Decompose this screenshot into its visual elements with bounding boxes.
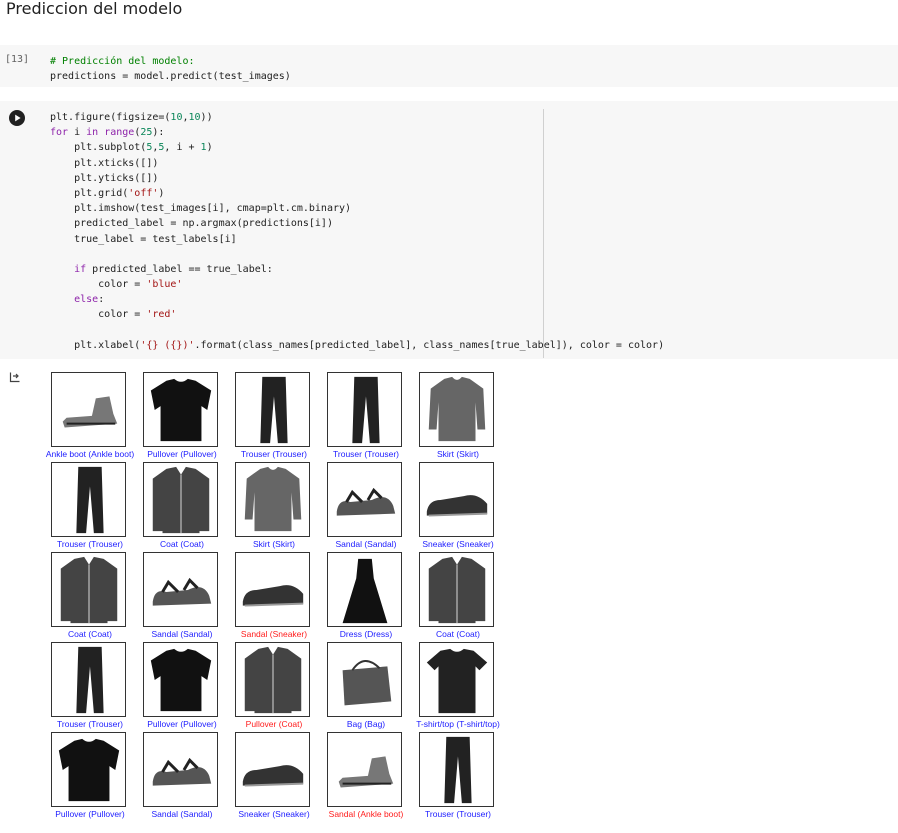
pullover-image (143, 642, 218, 717)
sandal-image (327, 462, 402, 537)
code-cell-plot[interactable]: plt.figure(figsize=(10,10)) for i in rang… (0, 101, 898, 359)
prediction-label: Skirt (Skirt) (436, 449, 480, 459)
shirt-image (419, 372, 494, 447)
coat-image (51, 552, 126, 627)
code-editor[interactable]: # Predicción del modelo: predictions = mo… (50, 54, 291, 84)
code-line: plt.figure(figsize=(10,10)) (50, 112, 213, 123)
code-line: for i in range(25): (50, 127, 165, 139)
sneaker-image (419, 462, 494, 537)
sandal-image (143, 552, 218, 627)
code-cell-predict[interactable]: [13] # Predicción del modelo: predictions… (0, 45, 898, 87)
output-arrow-icon[interactable] (9, 370, 21, 383)
code-editor[interactable]: plt.figure(figsize=(10,10)) for i in rang… (50, 110, 664, 353)
section-heading: Prediccion del modelo (6, 0, 183, 18)
trouser-image (51, 642, 126, 717)
coat-image (143, 462, 218, 537)
coat-image (235, 642, 310, 717)
ruler-line (543, 109, 544, 358)
shirt-image (235, 462, 310, 537)
trouser-image (51, 462, 126, 537)
code-line: predictions = model.predict(test_images) (50, 71, 291, 83)
code-line: plt.yticks([]) (50, 172, 159, 184)
code-line: plt.xticks([]) (50, 157, 159, 169)
code-line: plt.grid('off') (50, 187, 165, 199)
prediction-label: Coat (Coat) (436, 629, 480, 639)
code-line: # Predicción del modelo: (50, 56, 195, 67)
code-line: if predicted_label == true_label: (74, 263, 273, 275)
code-line: color = 'blue' (50, 279, 183, 291)
prediction-label: Sneaker (Sneaker) (422, 539, 494, 549)
code-line: color = 'red' (50, 309, 177, 321)
execution-count: [13] (5, 54, 30, 65)
code-line: plt.xlabel('{} ({})'.format(class_names[… (50, 339, 665, 351)
prediction-label: Trouser (Trouser) (425, 809, 491, 819)
code-line: else: (74, 294, 105, 306)
code-line: predicted_label = np.argmax(predictions[… (50, 218, 333, 230)
pullover-image (51, 732, 126, 807)
trouser-image (235, 372, 310, 447)
sneaker-image (235, 732, 310, 807)
sandal-image (143, 732, 218, 807)
code-line: plt.imshow(test_images[i], cmap=plt.cm.b… (50, 203, 352, 215)
tshirt-image (419, 642, 494, 717)
ankle-boot-image (327, 732, 402, 807)
run-cell-button[interactable] (9, 110, 25, 126)
sneaker-image (235, 552, 310, 627)
dress-image (327, 552, 402, 627)
code-line: true_label = test_labels[i] (50, 233, 237, 245)
bag-image (327, 642, 402, 717)
ankle-boot-image (51, 372, 126, 447)
trouser-image (419, 732, 494, 807)
code-line: plt.subplot(5,5, i + 1) (50, 142, 213, 154)
pullover-image (143, 372, 218, 447)
play-icon (15, 114, 21, 122)
coat-image (419, 552, 494, 627)
trouser-image (327, 372, 402, 447)
prediction-label: T-shirt/top (T-shirt/top) (416, 719, 500, 729)
